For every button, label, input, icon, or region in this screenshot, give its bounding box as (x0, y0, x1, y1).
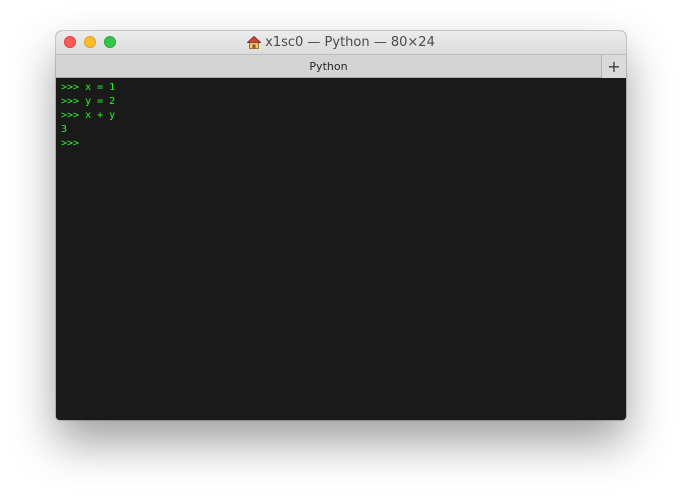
home-icon (247, 36, 262, 49)
minimize-button[interactable] (84, 36, 96, 48)
terminal-prompt-line: >>> (61, 138, 86, 149)
terminal-window: x1sc0 — Python — 80×24 Python + >>> x = … (56, 31, 626, 420)
window-title: x1sc0 — Python — 80×24 (265, 35, 435, 50)
window-title-group: x1sc0 — Python — 80×24 (247, 35, 435, 50)
tab-bar: Python + (56, 54, 626, 78)
tab-python[interactable]: Python (56, 55, 601, 78)
plus-icon: + (607, 57, 621, 76)
terminal-line: >>> x = 1 (61, 82, 116, 93)
terminal-line: >>> x + y (61, 110, 116, 121)
tab-label: Python (309, 60, 348, 73)
terminal-line: 3 (61, 124, 68, 135)
new-tab-button[interactable]: + (601, 55, 626, 78)
zoom-button[interactable] (104, 36, 116, 48)
terminal-line: >>> y = 2 (61, 96, 116, 107)
title-bar[interactable]: x1sc0 — Python — 80×24 (56, 31, 626, 54)
terminal-output[interactable]: >>> x = 1 >>> y = 2 >>> x + y 3 >>> (56, 78, 626, 420)
close-button[interactable] (64, 36, 76, 48)
